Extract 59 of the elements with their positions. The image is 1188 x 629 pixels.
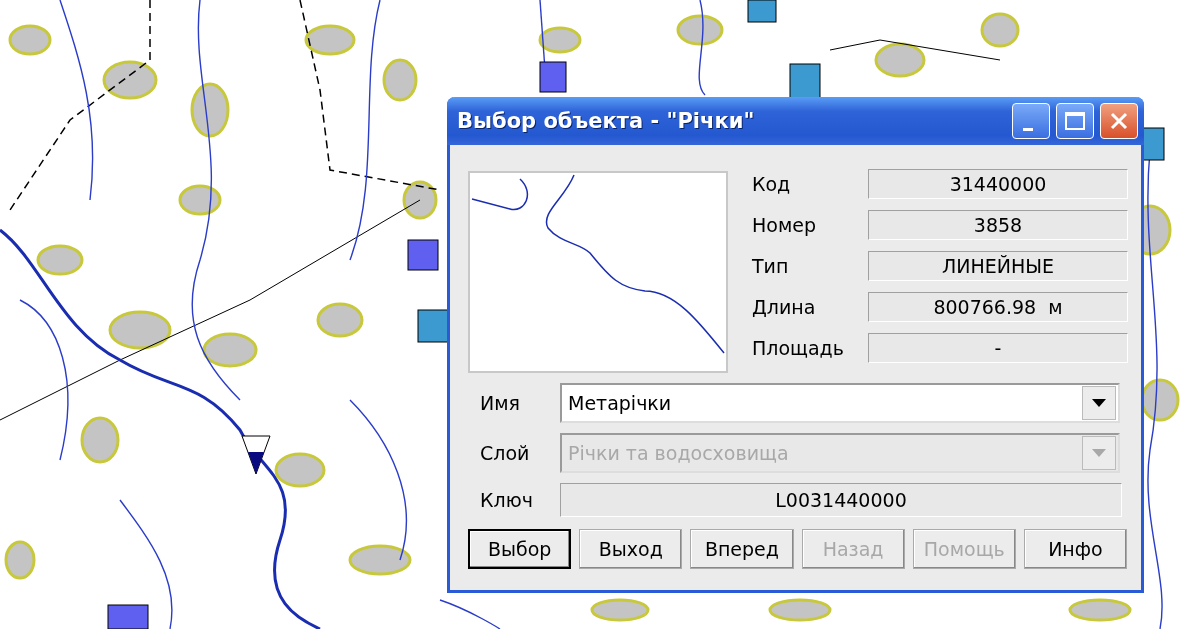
settlement-area bbox=[274, 452, 326, 488]
settlement-area bbox=[304, 24, 356, 56]
dialog-button[interactable]: Инфо bbox=[1023, 529, 1127, 569]
settlement-area bbox=[36, 244, 84, 276]
field-value: ЛИНЕЙНЫЕ bbox=[868, 251, 1128, 281]
square-marker bbox=[789, 63, 821, 99]
field-value: 3858 bbox=[868, 210, 1128, 240]
settlement-area bbox=[676, 14, 724, 46]
settlement-area bbox=[402, 180, 438, 220]
settlement-area bbox=[1068, 598, 1132, 622]
settlement-area bbox=[4, 540, 36, 580]
settlement-area bbox=[768, 598, 832, 622]
settlement-area bbox=[8, 24, 52, 56]
field-value: 800766.98 м bbox=[868, 292, 1128, 322]
square-marker bbox=[407, 239, 439, 271]
dialog-button[interactable]: Выход bbox=[579, 529, 683, 569]
settlement-area bbox=[80, 416, 120, 464]
close-icon bbox=[1109, 111, 1129, 131]
triangle-marker-icon bbox=[241, 435, 271, 475]
caret-icon bbox=[1092, 399, 1106, 407]
dropdown-button[interactable] bbox=[1082, 386, 1116, 420]
window-title: Выбор объекта - "Річки" bbox=[457, 109, 756, 133]
settlement-area bbox=[538, 26, 582, 54]
field-value: 31440000 bbox=[868, 169, 1128, 199]
settlement-area bbox=[316, 302, 364, 338]
close-button[interactable] bbox=[1100, 103, 1138, 139]
settlement-area bbox=[874, 42, 926, 78]
key-label: Ключ bbox=[479, 489, 534, 511]
maximize-button[interactable] bbox=[1056, 103, 1094, 139]
settlement-area bbox=[102, 60, 158, 100]
settlement-area bbox=[348, 544, 412, 576]
square-marker bbox=[539, 61, 567, 93]
dialog-button[interactable]: Выбор bbox=[468, 529, 572, 569]
settlement-area bbox=[590, 598, 650, 622]
field-label: Длина bbox=[752, 295, 817, 320]
combo-label: Слой bbox=[479, 442, 531, 464]
settlement-area bbox=[382, 58, 418, 102]
maximize-icon bbox=[1064, 111, 1086, 131]
dropdown-field[interactable]: Метарічки bbox=[560, 383, 1120, 423]
field-label: Код bbox=[752, 172, 792, 197]
key-value: L0031440000 bbox=[560, 483, 1122, 517]
dialog-button[interactable]: Вперед bbox=[690, 529, 794, 569]
field-label: Номер bbox=[752, 213, 817, 238]
minimize-icon bbox=[1023, 127, 1033, 131]
field-label: Тип bbox=[752, 254, 790, 279]
settlement-area bbox=[980, 12, 1020, 48]
combo-label: Имя bbox=[479, 392, 521, 414]
dropdown-value: Метарічки bbox=[567, 392, 673, 414]
minimize-button[interactable] bbox=[1012, 103, 1050, 139]
settlement-area bbox=[190, 82, 230, 138]
caret-icon bbox=[1092, 449, 1106, 457]
stream-line bbox=[439, 599, 501, 629]
field-label: Площадь bbox=[752, 336, 845, 361]
settlement-area bbox=[202, 332, 258, 368]
settlement-area bbox=[108, 310, 172, 350]
settlement-area bbox=[178, 184, 222, 216]
square-marker bbox=[417, 309, 449, 343]
dropdown-value: Річки та водосховища bbox=[567, 442, 790, 464]
field-value: - bbox=[868, 333, 1128, 363]
